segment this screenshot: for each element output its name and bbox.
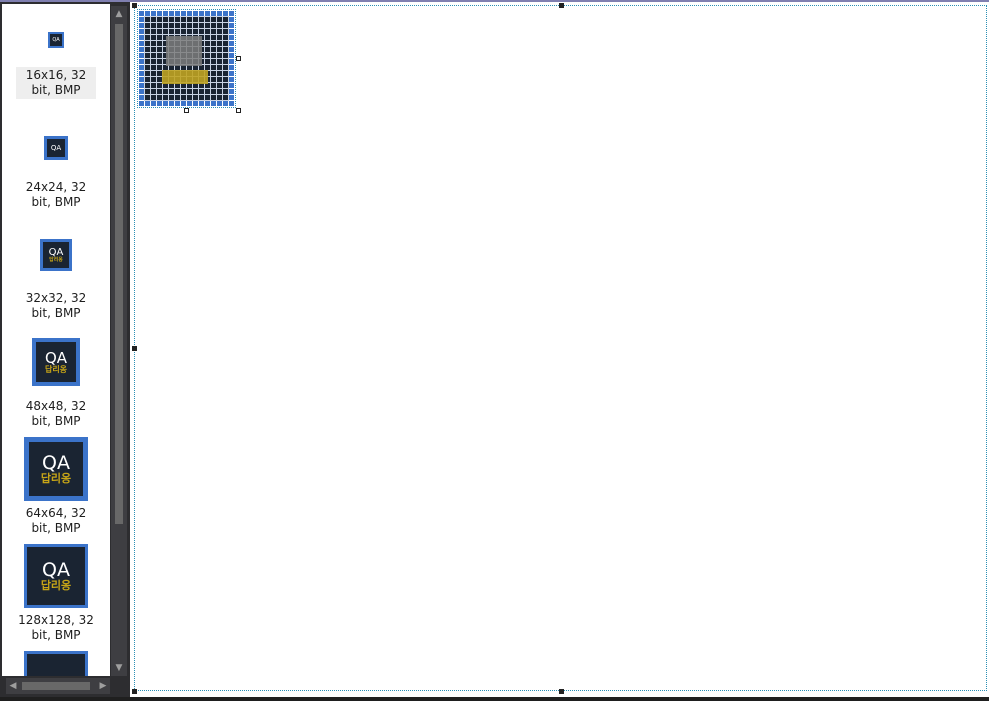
icon-thumbnail-partial xyxy=(24,651,88,676)
horizontal-scroll-thumb[interactable] xyxy=(22,682,90,690)
image-handle-bottom[interactable] xyxy=(184,108,189,113)
vertical-scrollbar[interactable]: ▲ ▼ xyxy=(111,6,127,676)
image-type-label: 24x24, 32 bit, BMP xyxy=(25,180,87,209)
image-type-16x16[interactable]: QA 16x16, 32 bit, BMP xyxy=(2,32,110,99)
image-type-label: 48x48, 32 bit, BMP xyxy=(25,399,87,428)
image-handle-right[interactable] xyxy=(236,56,241,61)
image-type-label: 64x64, 32 bit, BMP xyxy=(25,506,87,535)
scrollbar-corner xyxy=(111,678,127,694)
icon-thumbnail-24: QA xyxy=(44,136,68,160)
image-type-label: 128x128, 32 bit, BMP xyxy=(18,613,94,642)
image-handle-bottom-right[interactable] xyxy=(236,108,241,113)
image-type-partial[interactable] xyxy=(2,651,110,676)
image-type-32x32[interactable]: QA 답리옹 32x32, 32 bit, BMP xyxy=(2,239,110,322)
image-type-24x24[interactable]: QA 24x24, 32 bit, BMP xyxy=(2,136,110,211)
image-type-64x64[interactable]: QA 답리옹 64x64, 32 bit, BMP xyxy=(2,437,110,537)
icon-thumbnail-48: QA 답리옹 xyxy=(32,338,80,386)
vertical-scroll-thumb[interactable] xyxy=(115,24,123,524)
image-type-128x128[interactable]: QA 답리옹 128x128, 32 bit, BMP xyxy=(2,544,110,644)
scroll-up-icon[interactable]: ▲ xyxy=(111,6,127,22)
scroll-left-icon[interactable]: ◀ xyxy=(6,678,20,694)
image-types-list[interactable]: QA 16x16, 32 bit, BMP QA 24x24, 32 bit, … xyxy=(2,4,110,676)
icon-pixel-grid[interactable] xyxy=(138,10,235,107)
icon-thumbnail-128: QA 답리옹 xyxy=(24,544,88,608)
image-type-label: 16x16, 32 bit, BMP xyxy=(16,67,96,99)
image-type-label: 32x32, 32 bit, BMP xyxy=(25,291,87,320)
canvas-handle-left[interactable] xyxy=(132,346,137,351)
image-editor-canvas[interactable] xyxy=(130,2,989,697)
image-types-panel: QA 16x16, 32 bit, BMP QA 24x24, 32 bit, … xyxy=(0,2,130,697)
icon-face-pixels xyxy=(166,36,202,66)
scroll-right-icon[interactable]: ▶ xyxy=(96,678,110,694)
icon-thumbnail-64: QA 답리옹 xyxy=(24,437,88,501)
icon-gold-pixels xyxy=(162,70,208,84)
icon-thumbnail-32: QA 답리옹 xyxy=(40,239,72,271)
canvas-boundary xyxy=(134,5,987,691)
icon-thumbnail-16: QA xyxy=(48,32,64,48)
horizontal-scrollbar[interactable]: ◀ ▶ xyxy=(6,678,110,694)
canvas-handle-bottom-left[interactable] xyxy=(132,689,137,694)
image-type-48x48[interactable]: QA 답리옹 48x48, 32 bit, BMP xyxy=(2,338,110,430)
scroll-down-icon[interactable]: ▼ xyxy=(111,660,127,676)
canvas-handle-top-left[interactable] xyxy=(132,3,137,8)
canvas-handle-top[interactable] xyxy=(559,3,564,8)
canvas-handle-bottom[interactable] xyxy=(559,689,564,694)
